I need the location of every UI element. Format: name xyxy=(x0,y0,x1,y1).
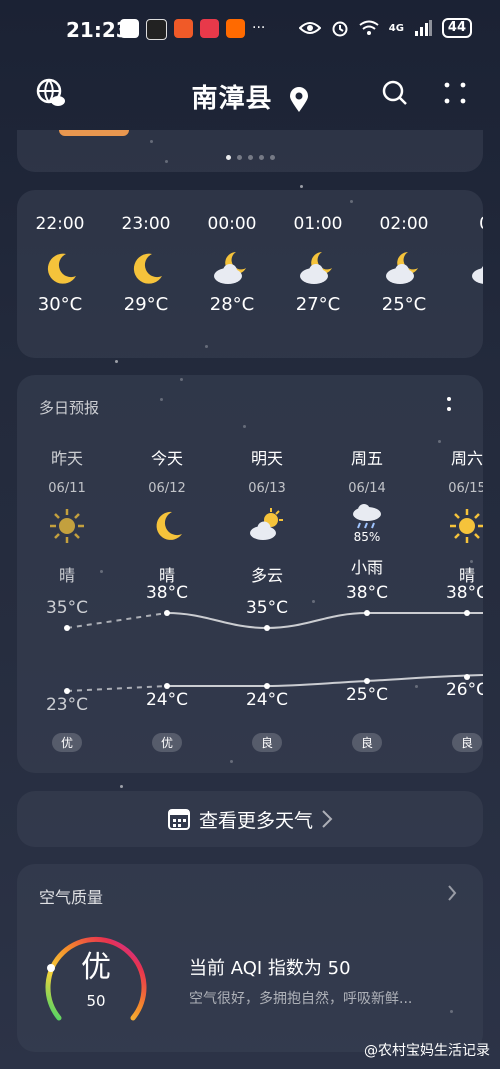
wifi-icon xyxy=(359,20,379,35)
high-point xyxy=(164,610,170,616)
current-weather-card-edge[interactable] xyxy=(17,130,483,172)
hour-time: 23:00 xyxy=(121,214,171,234)
high-temp: 35°C xyxy=(45,598,88,618)
signal-icon xyxy=(414,20,432,36)
low-point xyxy=(164,683,170,689)
watermark: @农村宝妈生活记录 xyxy=(364,1043,490,1059)
low-temp: 25°C xyxy=(345,685,388,705)
air-quality-open-button[interactable] xyxy=(447,884,457,906)
moon-icon xyxy=(47,253,76,284)
aqi-level: 优 xyxy=(81,950,111,985)
hourly-item: 23:00 29°C xyxy=(103,214,189,315)
hour-temp: 28°C xyxy=(209,294,255,315)
low-temp: 23°C xyxy=(45,695,88,715)
alarm-icon xyxy=(332,21,348,37)
aqi-badge: 优 xyxy=(151,733,182,752)
menu-button[interactable] xyxy=(444,82,466,108)
high-point xyxy=(364,610,370,616)
more-dots-icon xyxy=(444,82,466,104)
low-point xyxy=(64,688,70,694)
aqi-description: 空气很好，多拥抱自然，呼吸新鲜... xyxy=(189,991,413,1007)
air-quality-title: 空气质量 xyxy=(39,888,104,907)
hour-temp: 30°C xyxy=(37,294,83,315)
hour-time: 00:00 xyxy=(207,214,257,234)
battery-indicator: 44 xyxy=(441,18,472,38)
more-weather-label: 查看更多天气 xyxy=(198,809,313,832)
alert-tag[interactable] xyxy=(59,130,129,136)
chevron-right-icon xyxy=(448,885,457,901)
page-indicator xyxy=(0,155,500,160)
high-point xyxy=(64,625,70,631)
hourly-item: 02:00 25°C xyxy=(361,214,447,315)
moon-cloud-icon xyxy=(386,252,418,284)
moon-cloud-icon xyxy=(472,266,483,284)
hourly-item: 22:00 30°C xyxy=(17,214,103,315)
high-temp: 38°C xyxy=(145,583,188,603)
video-app-icon xyxy=(200,19,219,38)
calendar-icon xyxy=(167,809,190,830)
hourly-item: 03 2 xyxy=(447,214,483,315)
aqi-badge: 良 xyxy=(351,733,382,752)
moon-cloud-icon xyxy=(214,252,246,284)
more-weather-button[interactable]: 查看更多天气 xyxy=(17,791,483,847)
hour-temp: 29°C xyxy=(123,294,169,315)
low-point xyxy=(364,678,370,684)
moon-cloud-icon xyxy=(300,252,332,284)
shopping-app-icon xyxy=(174,19,193,38)
hour-time: 02:00 xyxy=(379,214,429,234)
qq-icon xyxy=(146,19,167,40)
app-notification-icon xyxy=(120,19,139,38)
network-type: 4G xyxy=(388,22,404,34)
aqi-headline: 当前 AQI 指数为 50 xyxy=(189,958,351,979)
low-temp: 26°C xyxy=(445,680,483,700)
status-app-icons: ··· xyxy=(120,19,265,40)
high-temp: 38°C xyxy=(445,583,483,603)
search-button[interactable] xyxy=(382,80,408,110)
eye-icon xyxy=(298,22,321,34)
hour-time: 01:00 xyxy=(293,214,343,234)
taobao-icon xyxy=(226,19,245,38)
high-temp: 35°C xyxy=(245,598,288,618)
aqi-value: 50 xyxy=(86,992,106,1010)
high-temp: 38°C xyxy=(345,583,388,603)
aqi-badge: 良 xyxy=(251,733,282,752)
search-icon xyxy=(382,80,407,105)
hour-time: 22:00 xyxy=(35,214,85,234)
hour-temp: 25°C xyxy=(381,294,427,315)
hour-temp: 27°C xyxy=(295,294,341,315)
city-title[interactable]: 南漳县 xyxy=(0,78,500,115)
location-pin-icon xyxy=(289,86,308,112)
low-temp: 24°C xyxy=(145,690,188,710)
more-notifications-icon: ··· xyxy=(252,20,266,36)
hourly-item: 00:00 28°C xyxy=(189,214,275,315)
high-point xyxy=(264,625,270,631)
high-point xyxy=(464,610,470,616)
hour-time: 03 xyxy=(447,214,483,234)
aqi-gauge: 优 50 xyxy=(37,926,155,1026)
chevron-right-icon xyxy=(322,810,333,828)
hour-temp: 2 xyxy=(447,294,483,315)
low-point xyxy=(264,683,270,689)
status-indicators: 4G 44 xyxy=(298,18,472,38)
air-quality-card[interactable]: 空气质量 优 50 当前 AQI 指数为 50 空气很好，多拥抱自然，呼吸新鲜.… xyxy=(17,864,483,1052)
aqi-badge: 优 xyxy=(51,733,82,752)
daily-forecast-card[interactable]: 多日预报 昨天 06/11 晴 今天 06/12 晴 明天 06/13 多云 周… xyxy=(17,375,483,773)
city-name: 南漳县 xyxy=(191,84,273,114)
moon-icon xyxy=(133,253,162,284)
hourly-forecast-card[interactable]: 22:00 30°C 23:00 29°C 00:00 28°C 01:00 2… xyxy=(17,190,483,358)
hourly-item: 01:00 27°C xyxy=(275,214,361,315)
low-temp: 24°C xyxy=(245,690,288,710)
aqi-badge: 良 xyxy=(451,733,482,752)
